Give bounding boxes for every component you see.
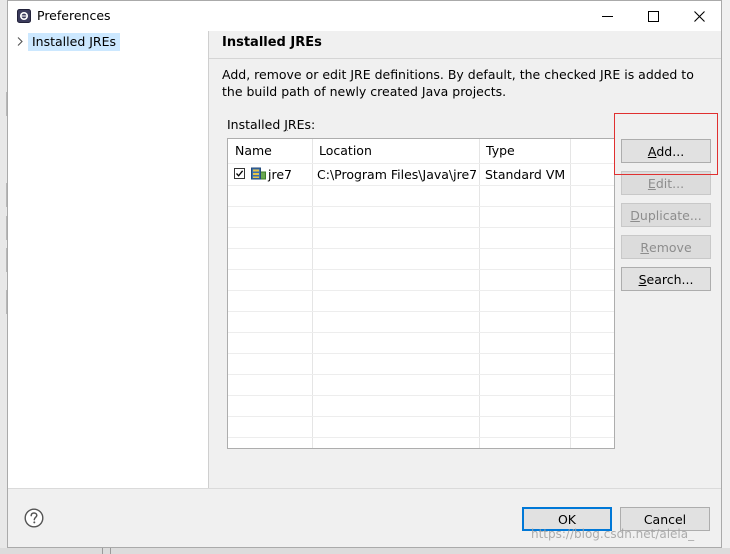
- button-label: dit...: [655, 175, 685, 191]
- tree-item-installed-jres[interactable]: Installed JREs: [14, 32, 121, 51]
- background-separator: [110, 548, 111, 554]
- jre-location-cell[interactable]: C:\Program Files\Java\jre7: [317, 164, 477, 185]
- title-bar: Preferences: [8, 1, 721, 31]
- jre-default-checkbox[interactable]: [234, 168, 245, 179]
- page-title: Installed JREs: [222, 35, 322, 50]
- highlight-annotation-box: [614, 113, 718, 175]
- background-window-bottom: [0, 548, 730, 554]
- dialog-footer: OK Cancel https://blog.csdn.net/alela_: [8, 488, 721, 547]
- column-header-location[interactable]: Location: [312, 139, 479, 163]
- row-divider: [228, 416, 614, 417]
- jre-name-cell[interactable]: jre7: [268, 164, 292, 185]
- eclipse-app-icon: [17, 9, 31, 23]
- background-mark: [0, 248, 7, 272]
- row-divider: [228, 353, 614, 354]
- preferences-dialog: Preferences Installed JREs Installed JRE…: [7, 0, 722, 548]
- mnemonic: S: [638, 271, 647, 287]
- minimize-button[interactable]: [584, 1, 630, 31]
- remove-button[interactable]: Remove: [621, 235, 711, 259]
- row-divider: [228, 437, 614, 438]
- minimize-icon: [601, 15, 613, 17]
- column-header-name[interactable]: Name: [228, 139, 312, 163]
- label-text: REs:: [287, 117, 316, 132]
- row-divider: [228, 374, 614, 375]
- row-divider: [228, 332, 614, 333]
- close-icon: [693, 10, 705, 22]
- row-divider: [228, 395, 614, 396]
- row-divider: [228, 185, 614, 186]
- preference-tree: Installed JREs: [8, 31, 209, 488]
- row-divider: [228, 290, 614, 291]
- row-divider: [228, 311, 614, 312]
- checkmark-icon: [236, 170, 244, 177]
- row-divider: [228, 206, 614, 207]
- background-mark: [0, 92, 7, 116]
- button-label: uplicate...: [639, 207, 702, 223]
- installed-jres-label: Installed JREs:: [227, 117, 315, 132]
- row-divider: [228, 269, 614, 270]
- chevron-right-icon[interactable]: [14, 32, 25, 51]
- jre-table[interactable]: Name Location Type jre7 C:\Program Files…: [227, 138, 615, 449]
- row-divider: [228, 227, 614, 228]
- background-mark: [0, 216, 7, 240]
- mnemonic: R: [640, 239, 650, 255]
- watermark: https://blog.csdn.net/alela_: [531, 527, 695, 541]
- page-header: Installed JREs: [209, 31, 721, 59]
- help-icon[interactable]: [24, 508, 44, 528]
- jre-icon: [251, 167, 266, 180]
- close-button[interactable]: [676, 1, 721, 31]
- button-label: earch...: [646, 271, 694, 287]
- mnemonic: E: [647, 175, 656, 191]
- window-title: Preferences: [37, 8, 111, 23]
- background-window-edge: [0, 0, 7, 554]
- background-mark: [0, 183, 7, 207]
- search-button[interactable]: Search...: [621, 267, 711, 291]
- maximize-icon: [647, 10, 659, 22]
- mnemonic: D: [630, 207, 640, 223]
- maximize-button[interactable]: [630, 1, 676, 31]
- background-mark: [0, 290, 7, 314]
- tree-item-label: Installed JREs: [28, 32, 121, 51]
- preference-page: Installed JREs Add, remove or edit JRE d…: [209, 31, 721, 488]
- background-separator: [102, 548, 103, 554]
- button-label: emove: [649, 239, 692, 255]
- row-divider: [228, 248, 614, 249]
- column-header-type[interactable]: Type: [479, 139, 570, 163]
- label-text: Installed: [227, 117, 285, 132]
- jre-type-cell[interactable]: Standard VM: [485, 164, 565, 185]
- page-description: Add, remove or edit JRE definitions. By …: [222, 67, 694, 99]
- duplicate-button[interactable]: Duplicate...: [621, 203, 711, 227]
